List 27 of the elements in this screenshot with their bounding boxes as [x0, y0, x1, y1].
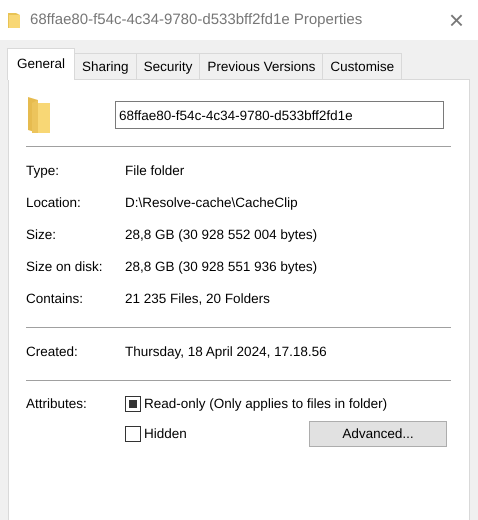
property-label: Contains:: [26, 290, 84, 308]
property-label: Location:: [26, 194, 82, 212]
attributes-label: Attributes:: [26, 395, 88, 414]
tab[interactable]: General: [7, 48, 76, 80]
window-title: 68ffae80-f54c-4c34-9780-d533bff2fd1e Properties: [30, 10, 364, 30]
property-value: 28,8 GB (30 928 552 004 bytes): [125, 226, 318, 244]
property-label: Type:: [26, 162, 60, 180]
property-label: Created:: [26, 343, 79, 362]
tab[interactable]: Sharing: [74, 53, 137, 80]
property-value: 21 235 Files, 20 Folders: [125, 290, 270, 308]
checkbox[interactable]: [125, 426, 141, 442]
checkbox[interactable]: [125, 396, 141, 412]
property-value: Thursday, 18 April 2024, 17.18.56: [125, 343, 327, 362]
folder-icon: [8, 12, 20, 28]
close-button[interactable]: ×: [444, 7, 468, 33]
checkbox-label[interactable]: Read-only (Only applies to files in folder): [144, 394, 388, 414]
name-field[interactable]: 68ffae80-f54c-4c34-9780-d533bff2fd1e: [115, 101, 444, 130]
property-value: D:\Resolve-cache\CacheClip: [125, 194, 298, 212]
property-label: Size on disk:: [26, 258, 104, 276]
property-value: 28,8 GB (30 928 551 936 bytes): [125, 258, 318, 276]
folder-icon: [26, 97, 50, 134]
tab[interactable]: Customise: [322, 53, 402, 80]
property-label: Size:: [26, 226, 58, 244]
property-value: File folder: [125, 162, 184, 180]
advanced-button[interactable]: Advanced...: [309, 421, 447, 448]
checkbox-label[interactable]: Hidden: [144, 424, 187, 444]
tab[interactable]: Previous Versions: [199, 53, 324, 80]
